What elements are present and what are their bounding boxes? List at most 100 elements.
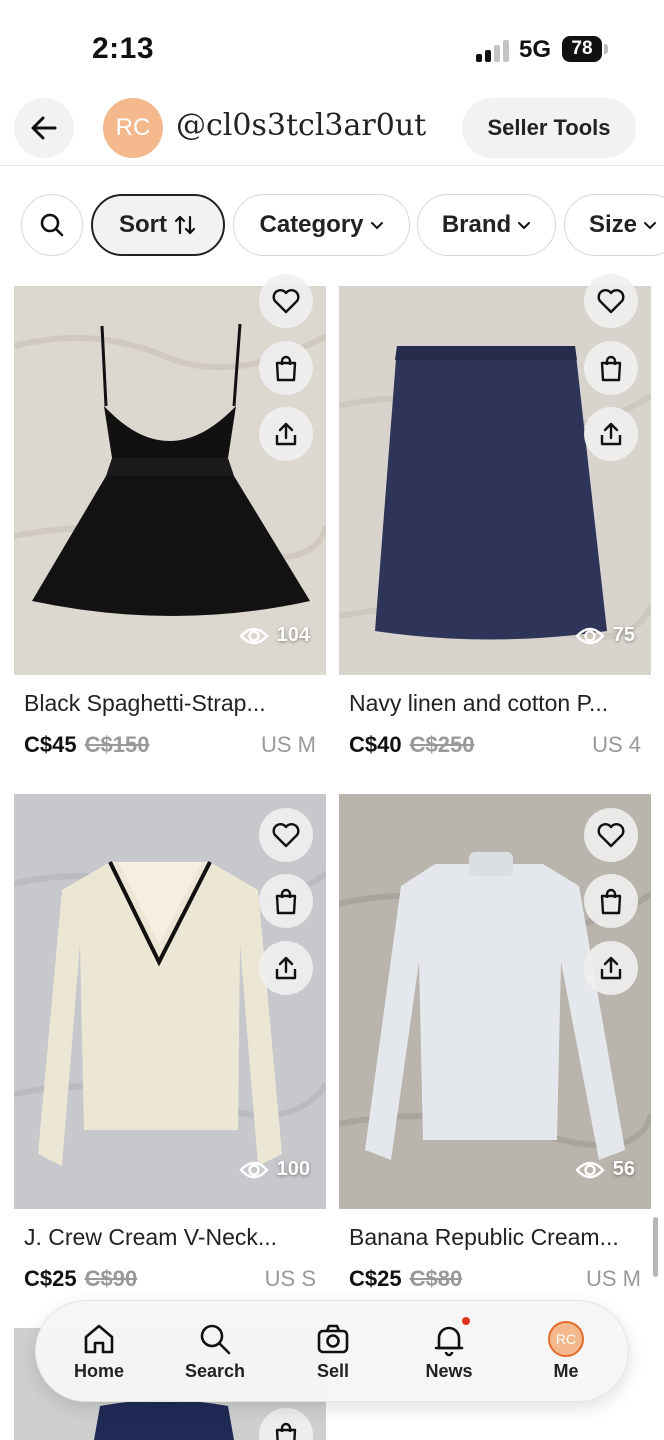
sort-label: Sort [119, 211, 167, 238]
shopping-bag-icon [275, 888, 297, 915]
tab-home[interactable]: Home [40, 1301, 158, 1403]
listing-price: C$40 [349, 732, 402, 757]
share-button[interactable] [259, 407, 313, 461]
listing-original-price: C$90 [84, 1266, 138, 1291]
search-icon [200, 1324, 231, 1355]
battery-icon: 78 [562, 36, 602, 62]
sort-arrows-icon [174, 215, 196, 235]
listing-size: US 4 [592, 732, 641, 757]
avatar: RC [548, 1321, 584, 1357]
eye-icon [238, 627, 269, 644]
tab-sell-label: Sell [316, 1361, 350, 1381]
view-count: 56 [575, 1158, 635, 1181]
listing-price: C$25 [349, 1266, 402, 1291]
listing-title[interactable]: J. Crew Cream V-Neck... [24, 1224, 277, 1251]
size-filter[interactable]: Size [564, 194, 664, 256]
status-time: 2:13 [92, 32, 155, 65]
profile-header: RC @cl0s3tcl3ar0ut Seller Tools [0, 96, 664, 166]
eye-icon [575, 1161, 605, 1178]
add-to-bag-button[interactable] [584, 341, 638, 395]
like-button[interactable] [259, 274, 313, 328]
tab-sell[interactable]: Sell [274, 1301, 392, 1403]
listing-size: US S [264, 1266, 316, 1291]
listing-original-price: C$150 [84, 732, 150, 757]
listing-card[interactable]: 75 Navy linen and cotton P... C$40 C$250… [339, 274, 651, 766]
view-count: 100 [238, 1158, 310, 1181]
brand-filter[interactable]: Brand [417, 194, 556, 256]
tab-news[interactable]: News [390, 1301, 508, 1403]
share-icon [600, 956, 622, 980]
tab-search-label: Search [184, 1361, 246, 1381]
filter-bar: Sort Category Brand Size [0, 194, 664, 258]
shopping-bag-icon [275, 355, 297, 382]
seller-tools-button[interactable]: Seller Tools [462, 98, 636, 158]
share-icon [600, 422, 622, 446]
like-button[interactable] [259, 808, 313, 862]
price-row: C$40 C$250 US 4 [349, 732, 641, 758]
share-icon [275, 956, 297, 980]
listing-price: C$25 [24, 1266, 77, 1291]
listing-original-price: C$250 [409, 732, 475, 757]
scrollbar[interactable] [653, 1217, 658, 1277]
listing-size: US M [586, 1266, 641, 1291]
signal-icon [476, 40, 510, 62]
seller-avatar[interactable]: RC [103, 98, 163, 158]
status-bar: 2:13 5G 78 [0, 0, 664, 96]
bell-icon [434, 1326, 464, 1357]
listing-title[interactable]: Navy linen and cotton P... [349, 690, 608, 717]
view-count-value: 56 [612, 1158, 635, 1180]
back-button[interactable] [14, 98, 74, 158]
price-row: C$25 C$90 US S [24, 1266, 316, 1292]
notification-dot [462, 1317, 470, 1325]
view-count: 104 [238, 624, 310, 647]
network-type: 5G [519, 36, 552, 63]
add-to-bag-button[interactable] [584, 874, 638, 928]
sort-button[interactable]: Sort [91, 194, 225, 256]
brand-label: Brand [441, 211, 512, 238]
share-button[interactable] [259, 941, 313, 995]
listing-card[interactable]: 104 Black Spaghetti-Strap... C$45 C$150 … [14, 274, 326, 766]
category-label: Category [259, 211, 364, 238]
view-count-value: 75 [612, 624, 635, 646]
view-count-value: 100 [276, 1158, 310, 1180]
battery-tip [604, 44, 608, 54]
like-button[interactable] [584, 274, 638, 328]
listing-card[interactable]: 56 Banana Republic Cream... C$25 C$80 US… [339, 794, 651, 1294]
listing-title[interactable]: Black Spaghetti-Strap... [24, 690, 266, 717]
share-button[interactable] [584, 941, 638, 995]
heart-icon [272, 823, 300, 848]
add-to-bag-button[interactable] [259, 874, 313, 928]
heart-icon [597, 289, 625, 314]
add-to-bag-button[interactable] [259, 341, 313, 395]
search-icon [40, 213, 64, 237]
heart-icon [272, 289, 300, 314]
tab-me[interactable]: RC Me [507, 1301, 625, 1403]
price-row: C$45 C$150 US M [24, 732, 316, 758]
share-button[interactable] [584, 407, 638, 461]
price-row: C$25 C$80 US M [349, 1266, 641, 1292]
eye-icon [238, 1161, 269, 1178]
camera-icon [317, 1324, 349, 1354]
category-filter[interactable]: Category [233, 194, 410, 256]
chevron-down-icon [370, 222, 383, 230]
tab-search[interactable]: Search [156, 1301, 274, 1403]
share-icon [275, 422, 297, 446]
chevron-down-icon [518, 222, 531, 230]
chevron-down-icon [644, 222, 657, 230]
tab-me-label: Me [553, 1361, 579, 1381]
listing-card[interactable]: 100 J. Crew Cream V-Neck... C$25 C$90 US… [14, 794, 326, 1294]
shopping-bag-icon [600, 888, 622, 915]
search-filter-button[interactable] [21, 194, 83, 256]
shopping-bag-icon [600, 355, 622, 382]
like-button[interactable] [584, 808, 638, 862]
tab-home-label: Home [73, 1361, 124, 1381]
heart-icon [597, 823, 625, 848]
listing-original-price: C$80 [409, 1266, 463, 1291]
seller-username: @cl0s3tcl3ar0ut [176, 108, 427, 143]
listing-size: US M [261, 732, 316, 757]
listing-title[interactable]: Banana Republic Cream... [349, 1224, 619, 1251]
arrow-left-icon [31, 116, 57, 140]
eye-icon [575, 627, 605, 644]
listing-price: C$45 [24, 732, 77, 757]
shopping-bag-icon [275, 1422, 297, 1440]
